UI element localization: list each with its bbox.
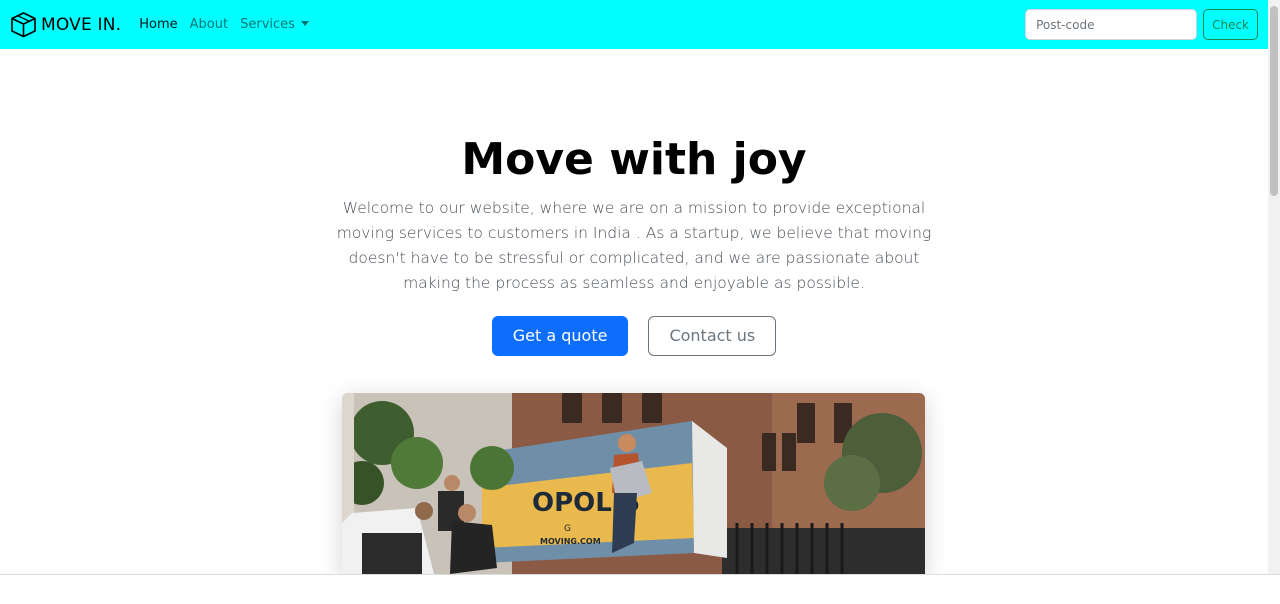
hero-image: OPOLIS G MOVING.COM: [342, 393, 925, 574]
hero-section: Move with joy Welcome to our website, wh…: [0, 49, 1268, 356]
vertical-scrollbar[interactable]: [1268, 0, 1280, 574]
truck-sub: G: [564, 524, 571, 534]
hero-title: Move with joy: [461, 134, 807, 185]
nav-services-dropdown[interactable]: Services: [240, 17, 309, 32]
brand-link[interactable]: MOVE IN.: [10, 11, 121, 38]
hero-actions: Get a quote Contact us: [0, 315, 1268, 356]
moving-truck-photo: OPOLIS G MOVING.COM: [342, 393, 925, 574]
scrollbar-thumb[interactable]: [1270, 6, 1278, 196]
get-quote-button[interactable]: Get a quote: [491, 315, 629, 356]
check-button[interactable]: Check: [1203, 9, 1258, 40]
box-icon: [11, 12, 36, 38]
postcode-input[interactable]: [1025, 9, 1198, 40]
contact-us-button[interactable]: Contact us: [648, 315, 777, 356]
brand-name: MOVE IN.: [41, 14, 122, 35]
nav-about-link[interactable]: About: [190, 17, 228, 32]
postcode-form: Check: [1025, 9, 1258, 40]
hero-description: Welcome to our website, where we are on …: [336, 198, 932, 292]
truck-url: MOVING.COM: [540, 537, 601, 546]
chevron-down-icon: [300, 21, 309, 26]
nav-services-label: Services: [240, 17, 295, 32]
top-navbar: MOVE IN. Home About Services Check: [0, 0, 1268, 49]
nav-home-link[interactable]: Home: [139, 17, 177, 32]
bottom-bar: [0, 574, 1280, 604]
nav-links: Home About Services: [139, 17, 321, 32]
